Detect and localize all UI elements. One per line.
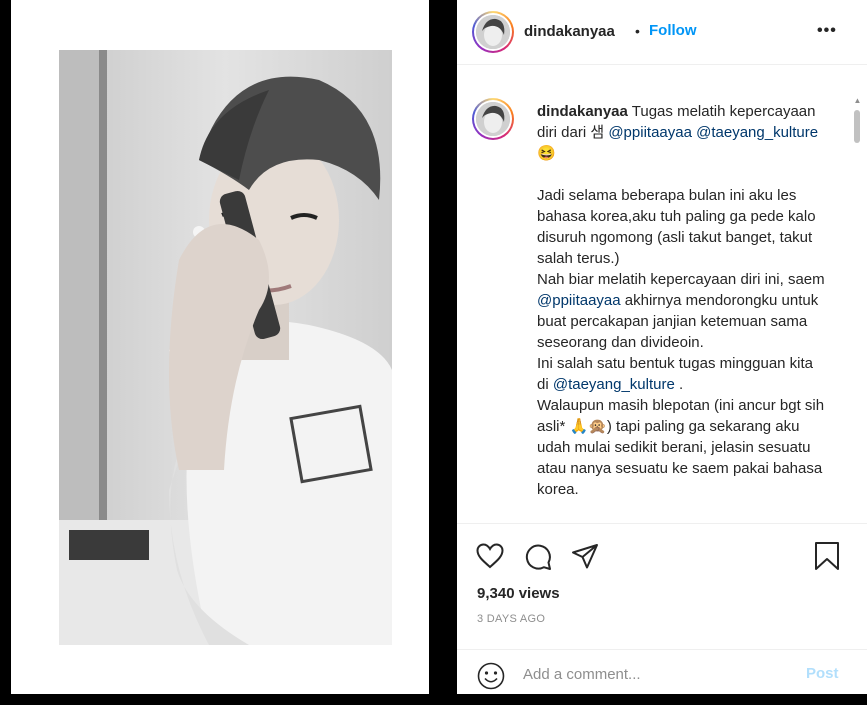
post-photo-image <box>59 50 392 645</box>
caption-segment: 😆 Jadi selama beberapa bulan ini aku les… <box>537 145 825 288</box>
post-header: dindakanyaa • Follow ••• <box>457 0 867 65</box>
post-comment-button[interactable]: Post <box>806 665 839 682</box>
heart-icon[interactable] <box>476 543 504 574</box>
smiley-icon[interactable] <box>477 662 505 695</box>
mention-link[interactable]: @taeyang_kulture <box>553 376 675 393</box>
author-avatar[interactable] <box>472 11 514 53</box>
media-frame <box>11 0 429 694</box>
avatar-image <box>476 15 510 49</box>
comment-bubble-icon[interactable] <box>524 543 552 576</box>
caption-username[interactable]: dindakanyaa <box>537 103 628 120</box>
mention-link[interactable]: @ppiitaayaa <box>608 124 692 141</box>
view-count[interactable]: 9,340 views <box>477 585 560 602</box>
paper-plane-icon[interactable] <box>571 543 599 575</box>
caption-avatar-image <box>476 102 510 136</box>
author-username[interactable]: dindakanyaa <box>524 23 615 40</box>
follow-button[interactable]: Follow <box>649 22 697 39</box>
comment-input[interactable] <box>523 664 793 684</box>
post-sidebar: dindakanyaa • Follow ••• dindakanyaa Tug… <box>457 0 867 694</box>
add-comment-section: Post <box>457 649 867 705</box>
more-options-icon[interactable]: ••• <box>817 22 837 40</box>
mention-link[interactable]: @ppiitaayaa <box>537 292 621 309</box>
separator-dot: • <box>635 23 640 39</box>
caption-text: dindakanyaa Tugas melatih kepercayaan di… <box>537 101 827 500</box>
post-timestamp[interactable]: 3 DAYS AGO <box>477 613 545 625</box>
scroll-up-icon[interactable]: ▲ <box>853 96 862 106</box>
action-bar: 9,340 views 3 DAYS AGO Post <box>457 523 867 704</box>
comments-area[interactable]: dindakanyaa Tugas melatih kepercayaan di… <box>457 65 867 523</box>
post-photo[interactable] <box>59 50 392 645</box>
comments-scrollbar[interactable]: ▲ <box>853 96 862 526</box>
bookmark-icon[interactable] <box>814 541 840 576</box>
scroll-thumb[interactable] <box>854 110 860 143</box>
caption-avatar[interactable] <box>472 98 514 140</box>
media-panel <box>0 0 457 694</box>
mention-link[interactable]: @taeyang_kulture <box>696 124 818 141</box>
caption-segment: . Walaupun masih blepotan (ini ancur bgt… <box>537 376 825 498</box>
